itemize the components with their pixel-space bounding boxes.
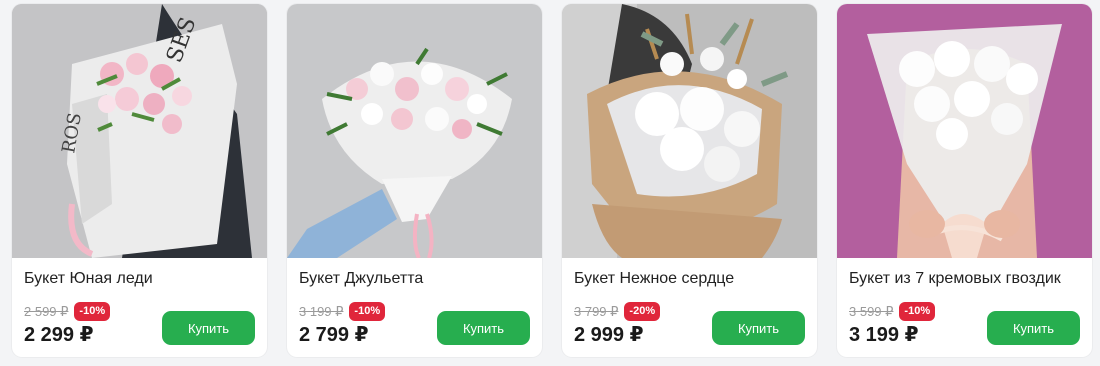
buy-button[interactable]: Купить [437,311,530,345]
product-card[interactable]: Букет Джульетта 3 199 ₽ -10% 2 799 ₽ Куп… [287,4,542,357]
buy-button[interactable]: Купить [987,311,1080,345]
old-price: 3 199 ₽ [299,303,344,319]
product-grid: SES ROS Букет Юная леди 2 599 ₽ -10% 2 2… [12,4,1092,357]
current-price: 2 999 ₽ [574,324,644,346]
product-image[interactable] [837,4,1092,258]
product-title[interactable]: Букет из 7 кремовых гвоздик [849,270,1061,288]
product-title[interactable]: Букет Нежное сердце [574,270,734,288]
product-image[interactable] [562,4,817,258]
product-image[interactable]: SES ROS [12,4,267,258]
old-price: 3 599 ₽ [849,303,894,319]
old-price: 3 799 ₽ [574,303,619,319]
product-title[interactable]: Букет Джульетта [299,270,423,288]
current-price: 3 199 ₽ [849,324,919,346]
product-image[interactable] [287,4,542,258]
discount-badge: -20% [624,302,661,321]
current-price: 2 799 ₽ [299,324,369,346]
old-price-row: 3 599 ₽ -10% [849,302,936,321]
old-price-row: 3 799 ₽ -20% [574,302,661,321]
product-card[interactable]: Букет из 7 кремовых гвоздик 3 599 ₽ -10%… [837,4,1092,357]
product-card[interactable]: SES ROS Букет Юная леди 2 599 ₽ -10% 2 2… [12,4,267,357]
old-price-row: 2 599 ₽ -10% [24,302,111,321]
old-price: 2 599 ₽ [24,303,69,319]
buy-button[interactable]: Купить [712,311,805,345]
buy-button[interactable]: Купить [162,311,255,345]
discount-badge: -10% [899,302,936,321]
discount-badge: -10% [74,302,111,321]
old-price-row: 3 199 ₽ -10% [299,302,386,321]
product-title[interactable]: Букет Юная леди [24,270,153,288]
discount-badge: -10% [349,302,386,321]
current-price: 2 299 ₽ [24,324,94,346]
product-card[interactable]: Букет Нежное сердце 3 799 ₽ -20% 2 999 ₽… [562,4,817,357]
